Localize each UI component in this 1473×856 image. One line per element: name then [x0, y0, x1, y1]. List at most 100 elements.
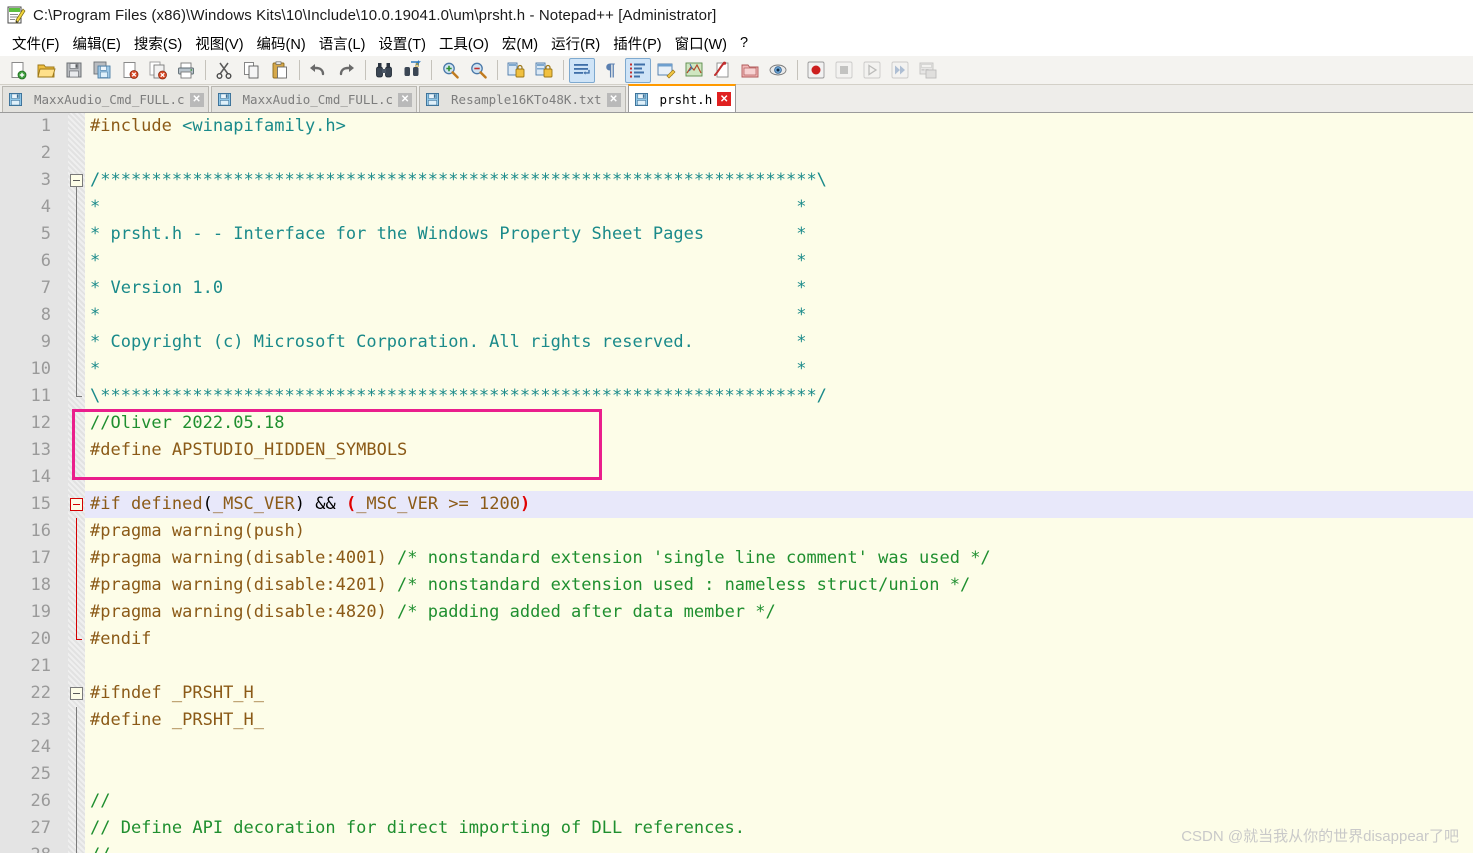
- redo-arrow-icon[interactable]: [333, 58, 359, 83]
- paste-icon[interactable]: [267, 58, 293, 83]
- code-line[interactable]: * Version 1.0 *: [85, 275, 1473, 302]
- code-line[interactable]: //Oliver 2022.05.18: [85, 410, 1473, 437]
- code-line[interactable]: #include <winapifamily.h>: [85, 113, 1473, 140]
- close-all-files-icon[interactable]: [145, 58, 171, 83]
- copy-icon[interactable]: [239, 58, 265, 83]
- user-defined-language-icon[interactable]: [653, 58, 679, 83]
- menu-search[interactable]: 搜索(S): [128, 31, 189, 56]
- menu-edit[interactable]: 编辑(E): [67, 31, 128, 56]
- code-token: _PRSHT_H_: [171, 710, 265, 730]
- menu-language[interactable]: 语言(L): [313, 31, 373, 56]
- fold-guide-line: [76, 248, 77, 275]
- line-number: 14: [30, 467, 51, 487]
- menu-plugins[interactable]: 插件(P): [607, 31, 668, 56]
- fold-collapse-icon[interactable]: [70, 687, 83, 700]
- tab-close-icon[interactable]: ✕: [606, 92, 621, 107]
- menu-window[interactable]: 窗口(W): [669, 31, 734, 56]
- menu-file[interactable]: 文件(F): [6, 31, 67, 56]
- menu-help[interactable]: ?: [734, 33, 755, 53]
- code-line[interactable]: * *: [85, 194, 1473, 221]
- fold-collapse-icon[interactable]: [70, 498, 83, 511]
- record-macro-icon[interactable]: [803, 58, 829, 83]
- code-line[interactable]: * prsht.h - - Interface for the Windows …: [85, 221, 1473, 248]
- open-folder-icon[interactable]: [33, 58, 59, 83]
- indent-guide-icon[interactable]: [625, 57, 651, 83]
- code-line[interactable]: /***************************************…: [85, 167, 1473, 194]
- code-line[interactable]: * *: [85, 302, 1473, 329]
- code-line[interactable]: #pragma warning(disable:4201) /* nonstan…: [85, 572, 1473, 599]
- zoom-in-icon[interactable]: [437, 58, 463, 83]
- code-line[interactable]: [85, 734, 1473, 761]
- show-all-characters-icon[interactable]: ¶: [597, 58, 623, 83]
- find-binoculars-icon[interactable]: [371, 58, 397, 83]
- code-line[interactable]: [85, 761, 1473, 788]
- fold-margin[interactable]: [68, 113, 85, 853]
- code-line[interactable]: [85, 140, 1473, 167]
- code-line[interactable]: #ifndef _PRSHT_H_: [85, 680, 1473, 707]
- monitoring-eye-icon[interactable]: [765, 58, 791, 83]
- save-icon[interactable]: [61, 58, 87, 83]
- code-line[interactable]: * Copyright (c) Microsoft Corporation. A…: [85, 329, 1473, 356]
- tab-close-icon[interactable]: ✕: [717, 92, 732, 106]
- tab-prsht[interactable]: prsht.h ✕: [627, 84, 737, 112]
- menu-tools[interactable]: 工具(O): [433, 31, 496, 56]
- code-line[interactable]: * *: [85, 248, 1473, 275]
- code-content[interactable]: #include <winapifamily.h> /**************…: [85, 113, 1473, 853]
- fold-guide-line: [76, 734, 77, 761]
- fold-collapse-icon[interactable]: [70, 174, 83, 187]
- print-icon[interactable]: [173, 58, 199, 83]
- zoom-out-icon[interactable]: [465, 58, 491, 83]
- undo-arrow-icon[interactable]: [305, 58, 331, 83]
- code-line[interactable]: [85, 653, 1473, 680]
- code-token: (: [202, 494, 213, 514]
- menu-macro[interactable]: 宏(M): [496, 31, 545, 56]
- document-map-icon[interactable]: [681, 58, 707, 83]
- code-token: #pragma warning(disable:4001): [90, 548, 398, 568]
- save-all-icon[interactable]: [89, 58, 115, 83]
- fold-guide-line: [76, 815, 77, 842]
- tab-maxxaudio-1[interactable]: MaxxAudio_Cmd_FULL.c ✕: [2, 86, 209, 112]
- line-number: 23: [30, 710, 51, 730]
- word-wrap-icon[interactable]: [569, 57, 595, 83]
- notepad-plus-plus-icon: [6, 5, 26, 25]
- code-line[interactable]: [85, 464, 1473, 491]
- tab-resample[interactable]: Resample16KTo48K.txt ✕: [419, 86, 626, 112]
- code-line[interactable]: #if defined(_MSC_VER) && (_MSC_VER >= 12…: [85, 491, 1473, 518]
- code-line[interactable]: #define APSTUDIO_HIDDEN_SYMBOLS: [85, 437, 1473, 464]
- tab-bar: MaxxAudio_Cmd_FULL.c ✕ MaxxAudio_Cmd_FULL.…: [0, 84, 1473, 113]
- code-token: (push): [243, 521, 305, 541]
- code-line[interactable]: #endif: [85, 626, 1473, 653]
- code-line[interactable]: * *: [85, 356, 1473, 383]
- toolbar-separator: [365, 60, 366, 80]
- close-file-icon[interactable]: [117, 58, 143, 83]
- code-line[interactable]: \***************************************…: [85, 383, 1473, 410]
- code-token: #endif: [90, 629, 152, 649]
- editor-area[interactable]: 1 2 3 4 5 6 7 8 9 10 11 12 13 14 15 16 17 18 19 20 21 22 23 24 2…: [0, 113, 1473, 853]
- code-line[interactable]: #pragma warning(disable:4820) /* padding…: [85, 599, 1473, 626]
- tab-close-icon[interactable]: ✕: [189, 92, 204, 107]
- code-token: #define: [90, 710, 172, 730]
- new-file-icon[interactable]: [5, 58, 31, 83]
- file-disk-icon: [9, 93, 28, 106]
- sync-horizontal-scroll-icon[interactable]: [531, 58, 557, 83]
- line-number: 28: [0, 842, 68, 853]
- replace-icon[interactable]: a: [399, 58, 425, 83]
- function-list-icon[interactable]: [709, 58, 735, 83]
- sync-vertical-scroll-icon[interactable]: [503, 58, 529, 83]
- code-line[interactable]: #pragma warning(push): [85, 518, 1473, 545]
- code-line[interactable]: #pragma warning(disable:4001) /* nonstan…: [85, 545, 1473, 572]
- tab-maxxaudio-2[interactable]: MaxxAudio_Cmd_FULL.c ✕: [210, 86, 418, 112]
- code-line[interactable]: //: [85, 788, 1473, 815]
- cut-scissors-icon[interactable]: [211, 58, 237, 83]
- menu-view[interactable]: 视图(V): [189, 31, 250, 56]
- code-token: /* nonstandard extension used : nameless…: [397, 575, 971, 595]
- folder-as-workspace-icon[interactable]: [737, 58, 763, 83]
- tab-close-icon[interactable]: ✕: [398, 92, 413, 107]
- toolbar: a ¶: [0, 56, 1473, 85]
- code-token: * prsht.h - - Interface for the Windows …: [90, 224, 807, 244]
- menu-settings[interactable]: 设置(T): [372, 31, 433, 56]
- menu-run[interactable]: 运行(R): [545, 31, 607, 56]
- menu-encoding[interactable]: 编码(N): [251, 31, 313, 56]
- code-line[interactable]: #define _PRSHT_H_: [85, 707, 1473, 734]
- code-token: /* nonstandard extension 'single line co…: [397, 548, 991, 568]
